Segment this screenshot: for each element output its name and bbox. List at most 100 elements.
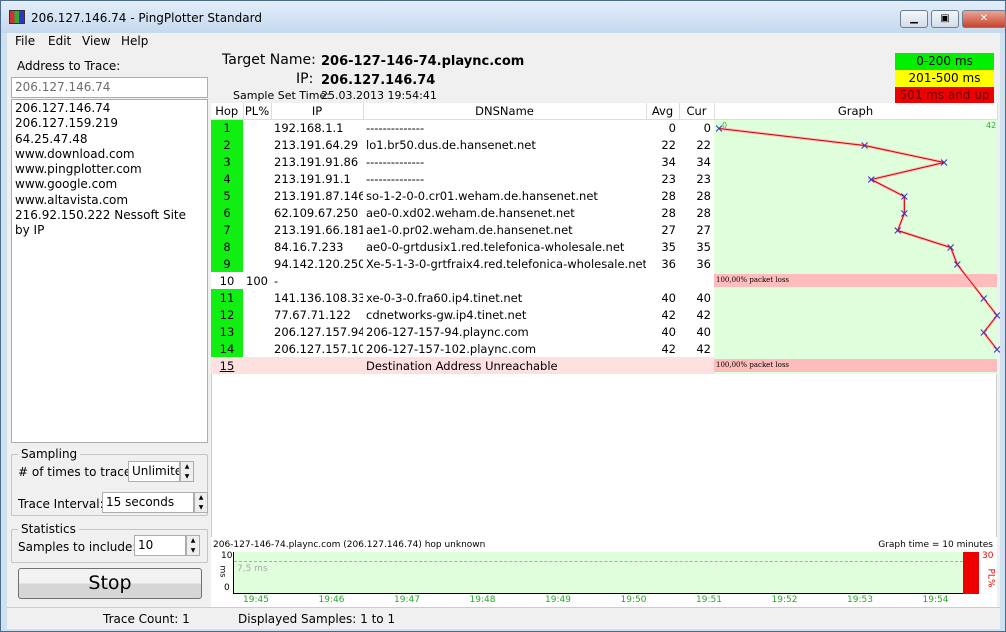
graph-cell [714, 255, 997, 272]
dns-cell: so-1-2-0-0.cr01.weham.de.hansenet.net [363, 187, 646, 204]
table-row[interactable]: 2 213.191.64.29 lo1.br50.dus.de.hansenet.n… [211, 136, 997, 153]
table-row[interactable]: 14 206.127.157.102 206-127-157-102.plaync.… [211, 340, 997, 357]
hop-cell: 7 [211, 221, 243, 238]
table-row[interactable]: 8 84.16.7.233 ae0-0-grtdusix1.red.telefoni… [211, 238, 997, 255]
x-tick-label: 19:45 [243, 595, 269, 605]
stop-button[interactable]: Stop [18, 568, 202, 599]
address-history-list[interactable]: 206.127.146.74 206.127.159.219 64.25.47.48… [11, 99, 208, 443]
cur-cell: 22 [679, 136, 714, 153]
y-min-label: 0 [224, 583, 230, 593]
cur-cell: 34 [679, 153, 714, 170]
table-row[interactable]: 9 94.142.120.250 Xe-5-1-3-0-grtfraix4.red.… [211, 255, 997, 272]
target-name-label: Target Name: [222, 52, 316, 68]
table-row[interactable]: 10 100- 100,00% packet loss [211, 272, 997, 289]
table-row[interactable]: 3 213.191.91.86 -------------- 34 34 [211, 153, 997, 170]
interval-spinner[interactable]: ▲ ▼ [194, 492, 208, 513]
address-history-item[interactable]: www.download.com [15, 147, 204, 162]
times-input[interactable]: Unlimited [128, 461, 180, 482]
ip-cell: 84.16.7.233 [271, 238, 363, 255]
address-history-item[interactable]: 206.127.159.219 [15, 116, 204, 131]
col-pl[interactable]: PL% [243, 103, 272, 120]
x-tick-label: 19:53 [847, 595, 873, 605]
hop-cell: 15 [211, 357, 243, 374]
menu-edit[interactable]: Edit [48, 34, 71, 48]
cur-cell: 23 [679, 170, 714, 187]
avg-cell: 34 [646, 153, 679, 170]
address-history-item[interactable]: 64.25.47.48 [15, 132, 204, 147]
graph-time-label: Graph time = 10 minutes [878, 540, 993, 550]
pl-cell [243, 221, 271, 238]
address-history-item[interactable]: www.google.com [15, 177, 204, 192]
table-row[interactable]: 5 213.191.87.146 so-1-2-0-0.cr01.weham.de.… [211, 187, 997, 204]
graph-cell [714, 221, 997, 238]
address-history-item[interactable]: www.altavista.com [15, 193, 204, 208]
x-tick-label: 19:47 [394, 595, 420, 605]
x-tick-label: 19:48 [469, 595, 496, 605]
interval-input[interactable]: 15 seconds [102, 492, 194, 513]
graph-cell [714, 204, 997, 221]
hop-cell: 4 [211, 170, 243, 187]
samples-spinner[interactable]: ▲ ▼ [186, 535, 200, 556]
pl-axis-label: PL% [985, 568, 996, 588]
menu-file[interactable]: File [15, 34, 35, 48]
maximize-button[interactable]: ▣ [931, 10, 959, 28]
avg-cell: 22 [646, 136, 679, 153]
table-row[interactable]: 4 213.191.91.1 -------------- 23 23 [211, 170, 997, 187]
app-window: 206.127.146.74 - PingPlotter Standard ▁ … [0, 0, 1006, 632]
ip-cell: - [271, 272, 363, 289]
menu-bar: File Edit View Help [7, 33, 1000, 50]
cur-cell: 28 [679, 204, 714, 221]
cur-cell: 42 [679, 306, 714, 323]
displayed-samples: Displayed Samples: 1 to 1 [238, 612, 396, 626]
address-history-item[interactable]: 216.92.150.222 Nessoft Site by IP [15, 208, 204, 237]
cur-cell [679, 357, 714, 374]
col-ip[interactable]: IP [271, 103, 364, 120]
avg-cell: 28 [646, 204, 679, 221]
table-row[interactable]: 12 77.67.71.122 cdnetworks-gw.ip4.tinet.ne… [211, 306, 997, 323]
samples-input[interactable]: 10 [134, 535, 186, 556]
table-row[interactable]: 6 62.109.67.250 ae0-0.xd02.weham.de.hansen… [211, 204, 997, 221]
close-button[interactable]: ✕ [962, 10, 1006, 28]
address-history-item[interactable]: www.pingplotter.com [15, 162, 204, 177]
pl-cell [243, 204, 271, 221]
graph-cell [714, 323, 997, 340]
table-row[interactable]: 15 Destination Address Unreachable 100,00%… [211, 357, 997, 374]
col-graph[interactable]: Graph [714, 103, 998, 120]
minimize-button[interactable]: ▁ [900, 10, 928, 28]
dns-cell: -------------- [363, 170, 646, 187]
x-tick-label: 19:49 [545, 595, 571, 605]
table-row[interactable]: 1 192.168.1.1 -------------- 0 0 [211, 119, 997, 136]
statistics-group: Statistics Samples to include: 10 ▲ ▼ [11, 522, 208, 563]
graph-cell [714, 289, 997, 306]
times-spinner[interactable]: ▲ ▼ [180, 461, 194, 482]
col-dnsname[interactable]: DNSName [363, 103, 647, 120]
trace-count: Trace Count: 1 [103, 612, 190, 626]
pl-cell [243, 153, 271, 170]
graph-cell [714, 136, 997, 153]
table-row[interactable]: 13 206.127.157.94 206-127-157-94.plaync.co… [211, 323, 997, 340]
pl-cell [243, 170, 271, 187]
hop-cell: 12 [211, 306, 243, 323]
menu-view[interactable]: View [82, 34, 110, 48]
col-hop[interactable]: Hop [211, 103, 244, 120]
x-tick-label: 19:51 [696, 595, 722, 605]
cur-cell: 27 [679, 221, 714, 238]
table-row[interactable]: 7 213.191.66.181 ae1-0.pr02.weham.de.hanse… [211, 221, 997, 238]
cur-cell: 35 [679, 238, 714, 255]
pl-cell [243, 323, 271, 340]
hop-cell: 9 [211, 255, 243, 272]
avg-cell [646, 272, 679, 289]
address-history-item[interactable]: 206.127.146.74 [15, 101, 204, 116]
col-avg[interactable]: Avg [646, 103, 680, 120]
col-cur[interactable]: Cur [679, 103, 715, 120]
menu-help[interactable]: Help [121, 34, 148, 48]
trace-table: Hop PL% IP DNSName Avg Cur Graph 1 192.16… [211, 103, 998, 374]
ip-cell: 94.142.120.250 [271, 255, 363, 272]
ref-line [234, 561, 963, 562]
table-row[interactable]: 11 141.136.108.33 xe-0-3-0.fra60.ip4.tinet… [211, 289, 997, 306]
graph-cell [714, 153, 997, 170]
pl-cell [243, 357, 271, 374]
pl-cell [243, 238, 271, 255]
legend-high: 501 ms and up [895, 87, 994, 104]
address-input[interactable]: 206.127.146.74 [11, 77, 208, 98]
